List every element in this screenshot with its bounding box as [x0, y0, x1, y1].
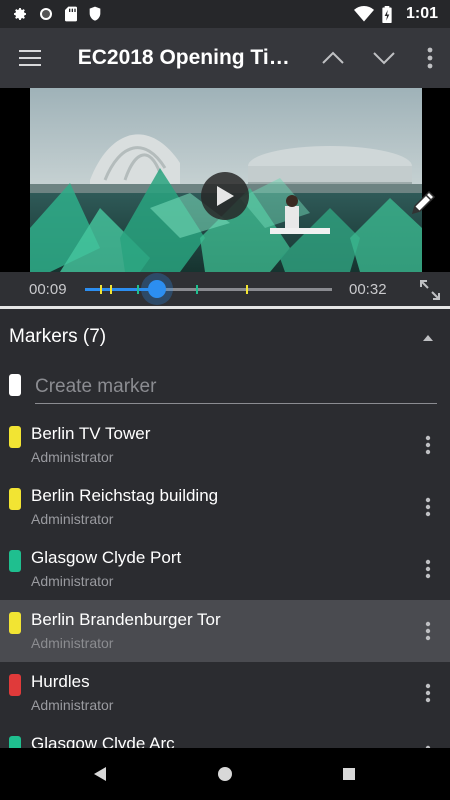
panel-divider	[0, 306, 450, 309]
gear-icon	[14, 8, 26, 20]
marker-author: Administrator	[31, 511, 114, 527]
battery-charging-icon	[382, 5, 392, 23]
more-vert-icon	[425, 683, 431, 703]
more-vert-icon	[425, 497, 431, 517]
marker-more-button[interactable]	[420, 432, 436, 458]
seek-knob[interactable]	[147, 280, 166, 298]
create-marker-row: Create marker	[0, 364, 450, 414]
edit-button[interactable]	[406, 186, 440, 220]
list-item[interactable]: Berlin TV Tower Administrator	[0, 414, 450, 476]
sdcard-icon	[65, 6, 77, 22]
timeline-marker-tick[interactable]	[99, 285, 102, 294]
current-time: 00:09	[29, 281, 67, 298]
navigation-bar	[0, 748, 450, 800]
marker-more-button[interactable]	[420, 618, 436, 644]
marker-author: Administrator	[31, 573, 114, 589]
list-item[interactable]: Berlin Brandenburger Tor Administrator	[0, 600, 450, 662]
marker-title: Berlin TV Tower	[31, 424, 151, 443]
timeline-marker-tick[interactable]	[136, 285, 139, 294]
more-vert-icon	[425, 621, 431, 641]
play-icon	[217, 186, 234, 206]
timeline: 00:09 00:32	[0, 272, 450, 306]
duration: 00:32	[349, 281, 387, 298]
marker-color-icon	[9, 426, 21, 448]
markers-header[interactable]: Markers (7)	[0, 310, 450, 364]
marker-color-icon	[9, 612, 21, 634]
clock: 1:01	[405, 5, 438, 22]
marker-color-icon	[9, 488, 21, 510]
marker-author: Administrator	[31, 635, 114, 651]
more-vert-icon	[425, 435, 431, 455]
marker-title: Glasgow Clyde Port	[31, 548, 182, 567]
create-marker-input[interactable]: Create marker	[35, 374, 437, 404]
previous-button[interactable]	[307, 28, 359, 88]
recents-icon[interactable]	[337, 762, 361, 786]
circle-icon	[40, 8, 52, 20]
menu-icon	[18, 50, 41, 66]
shield-icon	[89, 6, 101, 21]
marker-white-icon	[9, 374, 21, 396]
menu-button[interactable]	[0, 28, 60, 88]
marker-author: Administrator	[31, 449, 114, 465]
wifi-icon	[353, 6, 374, 22]
list-item[interactable]: Hurdles Administrator	[0, 662, 450, 724]
fullscreen-icon[interactable]	[418, 278, 442, 302]
marker-author: Administrator	[31, 697, 114, 713]
more-vert-icon	[425, 559, 431, 579]
marker-color-icon	[9, 550, 21, 572]
more-vert-icon	[427, 47, 433, 69]
home-icon[interactable]	[213, 762, 237, 786]
play-button[interactable]	[201, 172, 249, 220]
marker-more-button[interactable]	[420, 494, 436, 520]
marker-title: Berlin Reichstag building	[31, 486, 219, 505]
marker-color-icon	[9, 674, 21, 696]
marker-title: Berlin Brandenburger Tor	[31, 610, 221, 629]
overflow-menu-button[interactable]	[410, 28, 450, 88]
marker-more-button[interactable]	[420, 556, 436, 582]
next-button[interactable]	[358, 28, 410, 88]
app-toolbar: EC2018 Opening Tit...	[0, 28, 450, 88]
list-item[interactable]: Berlin Reichstag building Administrator	[0, 476, 450, 538]
seek-bar[interactable]	[85, 280, 332, 298]
list-item[interactable]: Glasgow Clyde Port Administrator	[0, 538, 450, 600]
timeline-marker-tick[interactable]	[245, 285, 248, 294]
chevron-up-icon	[321, 51, 344, 64]
timeline-marker-tick[interactable]	[196, 285, 199, 294]
marker-more-button[interactable]	[420, 680, 436, 706]
collapse-icon[interactable]	[422, 332, 434, 344]
markers-title: Markers (7)	[9, 326, 107, 347]
pencil-icon	[411, 190, 436, 215]
status-bar: 1:01	[0, 0, 450, 28]
seek-bar-progress	[85, 288, 157, 291]
timeline-marker-tick[interactable]	[109, 285, 112, 294]
page-title: EC2018 Opening Tit...	[77, 46, 292, 69]
marker-title: Hurdles	[31, 672, 90, 691]
back-icon[interactable]	[88, 762, 112, 786]
chevron-down-icon	[373, 52, 396, 65]
